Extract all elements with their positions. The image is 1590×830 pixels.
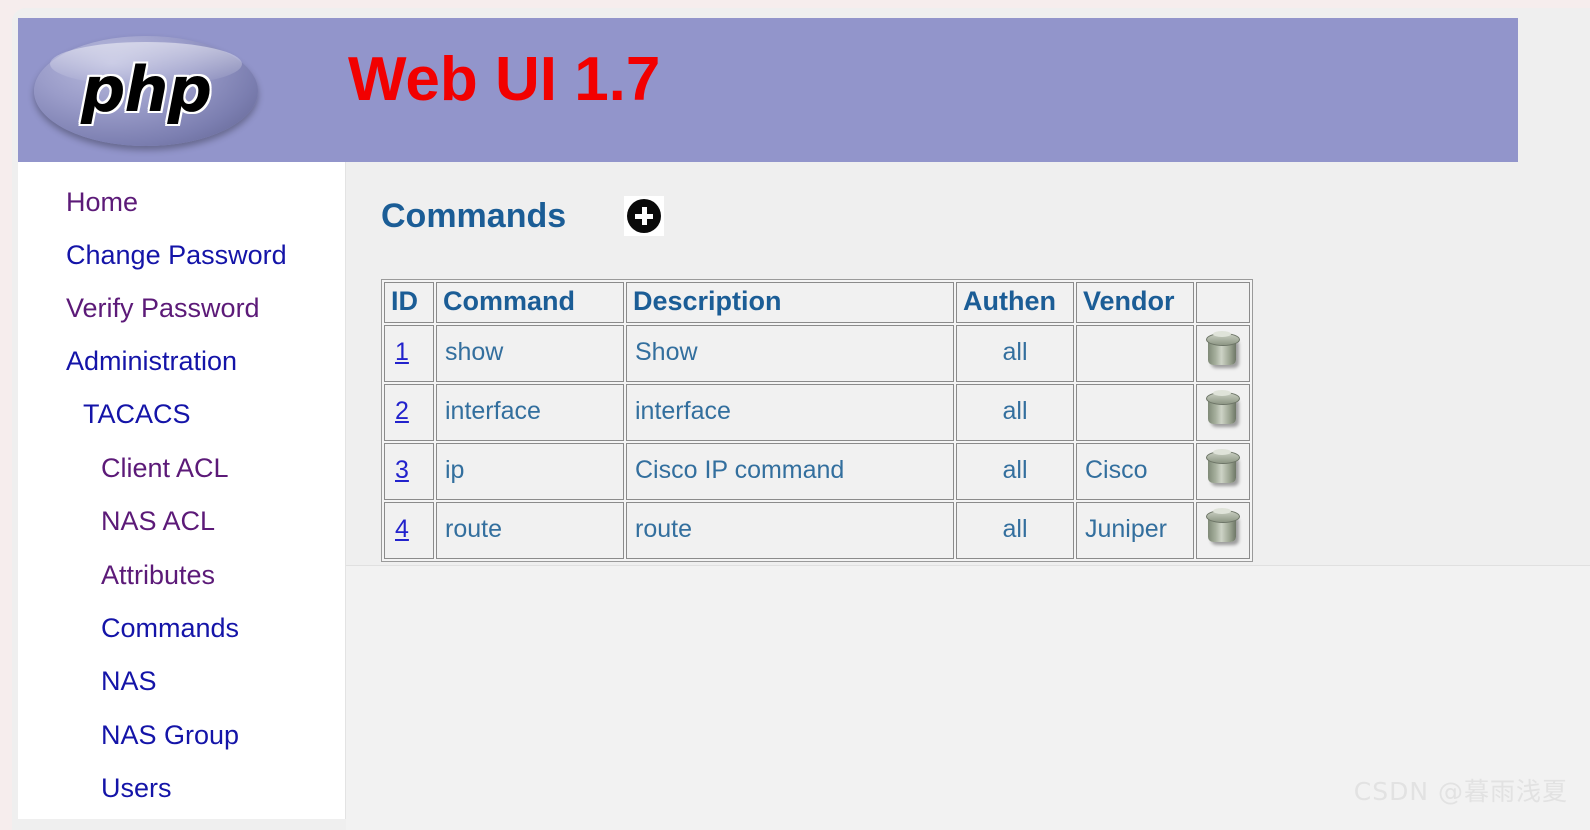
table-row: 4 route route all Juniper: [384, 502, 1250, 559]
content-header: Commands: [381, 192, 665, 240]
sidebar-item-nas-acl[interactable]: NAS ACL: [18, 508, 215, 535]
php-logo-text: php: [81, 53, 212, 126]
sidebar-item-commands[interactable]: Commands: [18, 615, 239, 642]
sidebar-item-administration[interactable]: Administration: [18, 348, 237, 375]
delete-icon[interactable]: [1205, 330, 1241, 370]
sidebar-nav: Home Change Password Verify Password Admini…: [18, 162, 346, 819]
cell-vendor: [1076, 325, 1194, 382]
cell-command: route: [436, 502, 624, 559]
delete-icon[interactable]: [1205, 389, 1241, 429]
sidebar-item-nas-group[interactable]: NAS Group: [18, 722, 239, 749]
delete-icon-lid-top: [1213, 449, 1231, 455]
table-header-row: ID Command Description Authen Vendor: [384, 282, 1250, 323]
cell-vendor: Cisco: [1076, 443, 1194, 500]
sidebar-item-client-acl[interactable]: Client ACL: [18, 455, 229, 482]
column-header-description: Description: [626, 282, 954, 323]
cell-authen: all: [956, 502, 1074, 559]
main-content: Commands ID Command Description Authen V…: [346, 162, 1590, 566]
sidebar-item-nas[interactable]: NAS: [18, 668, 157, 695]
cell-command: show: [436, 325, 624, 382]
row-id-link[interactable]: 3: [395, 456, 409, 484]
cell-description: route: [626, 502, 954, 559]
row-id-link[interactable]: 2: [395, 397, 409, 425]
plus-circle-icon: [627, 199, 662, 233]
table-row: 3 ip Cisco IP command all Cisco: [384, 443, 1250, 500]
cell-actions: [1196, 325, 1250, 382]
page-card: php Web UI 1.7 Home Change Password Verify…: [12, 8, 1590, 830]
cell-authen: all: [956, 384, 1074, 441]
column-header-vendor: Vendor: [1076, 282, 1194, 323]
row-id-link[interactable]: 4: [395, 515, 409, 543]
cell-vendor: [1076, 384, 1194, 441]
cell-description: Show: [626, 325, 954, 382]
body-area: Home Change Password Verify Password Admini…: [18, 162, 1590, 830]
cell-command: ip: [436, 443, 624, 500]
cell-id: 2: [384, 384, 434, 441]
page-title: Commands: [381, 196, 567, 235]
cell-vendor: Juniper: [1076, 502, 1194, 559]
delete-icon-lid-top: [1213, 508, 1231, 514]
app-banner: php Web UI 1.7: [18, 18, 1518, 162]
cell-description: interface: [626, 384, 954, 441]
commands-table-container: ID Command Description Authen Vendor 1 sh…: [381, 279, 1253, 562]
delete-icon[interactable]: [1205, 448, 1241, 488]
table-row: 1 show Show all: [384, 325, 1250, 382]
sidebar-item-users[interactable]: Users: [18, 775, 172, 802]
sidebar-item-change-password[interactable]: Change Password: [18, 242, 287, 269]
delete-icon[interactable]: [1205, 507, 1241, 547]
commands-table-body: 1 show Show all 2 interface interface all 3 ip Cis…: [384, 325, 1250, 559]
cell-id: 1: [384, 325, 434, 382]
column-header-actions: [1196, 282, 1250, 323]
cell-actions: [1196, 384, 1250, 441]
cell-authen: all: [956, 325, 1074, 382]
cell-id: 3: [384, 443, 434, 500]
sidebar-item-verify-password[interactable]: Verify Password: [18, 295, 260, 322]
table-row: 2 interface interface all: [384, 384, 1250, 441]
cell-actions: [1196, 502, 1250, 559]
cell-id: 4: [384, 502, 434, 559]
sidebar-item-tacacs[interactable]: TACACS: [18, 401, 191, 428]
column-header-command: Command: [436, 282, 624, 323]
cell-command: interface: [436, 384, 624, 441]
cell-authen: all: [956, 443, 1074, 500]
cell-description: Cisco IP command: [626, 443, 954, 500]
sidebar-item-home[interactable]: Home: [18, 189, 138, 216]
add-command-button[interactable]: [624, 196, 665, 236]
app-title: Web UI 1.7: [348, 45, 661, 114]
row-id-link[interactable]: 1: [395, 338, 409, 366]
watermark: CSDN @暮雨浅夏: [1353, 777, 1568, 806]
commands-table: ID Command Description Authen Vendor 1 sh…: [381, 279, 1253, 562]
cell-actions: [1196, 443, 1250, 500]
column-header-id: ID: [384, 282, 434, 323]
php-logo-icon: php: [34, 30, 258, 152]
column-header-authen: Authen: [956, 282, 1074, 323]
delete-icon-lid-top: [1213, 390, 1231, 396]
delete-icon-lid-top: [1213, 331, 1231, 337]
commands-table-head: ID Command Description Authen Vendor: [384, 282, 1250, 323]
sidebar-item-attributes[interactable]: Attributes: [18, 562, 215, 589]
